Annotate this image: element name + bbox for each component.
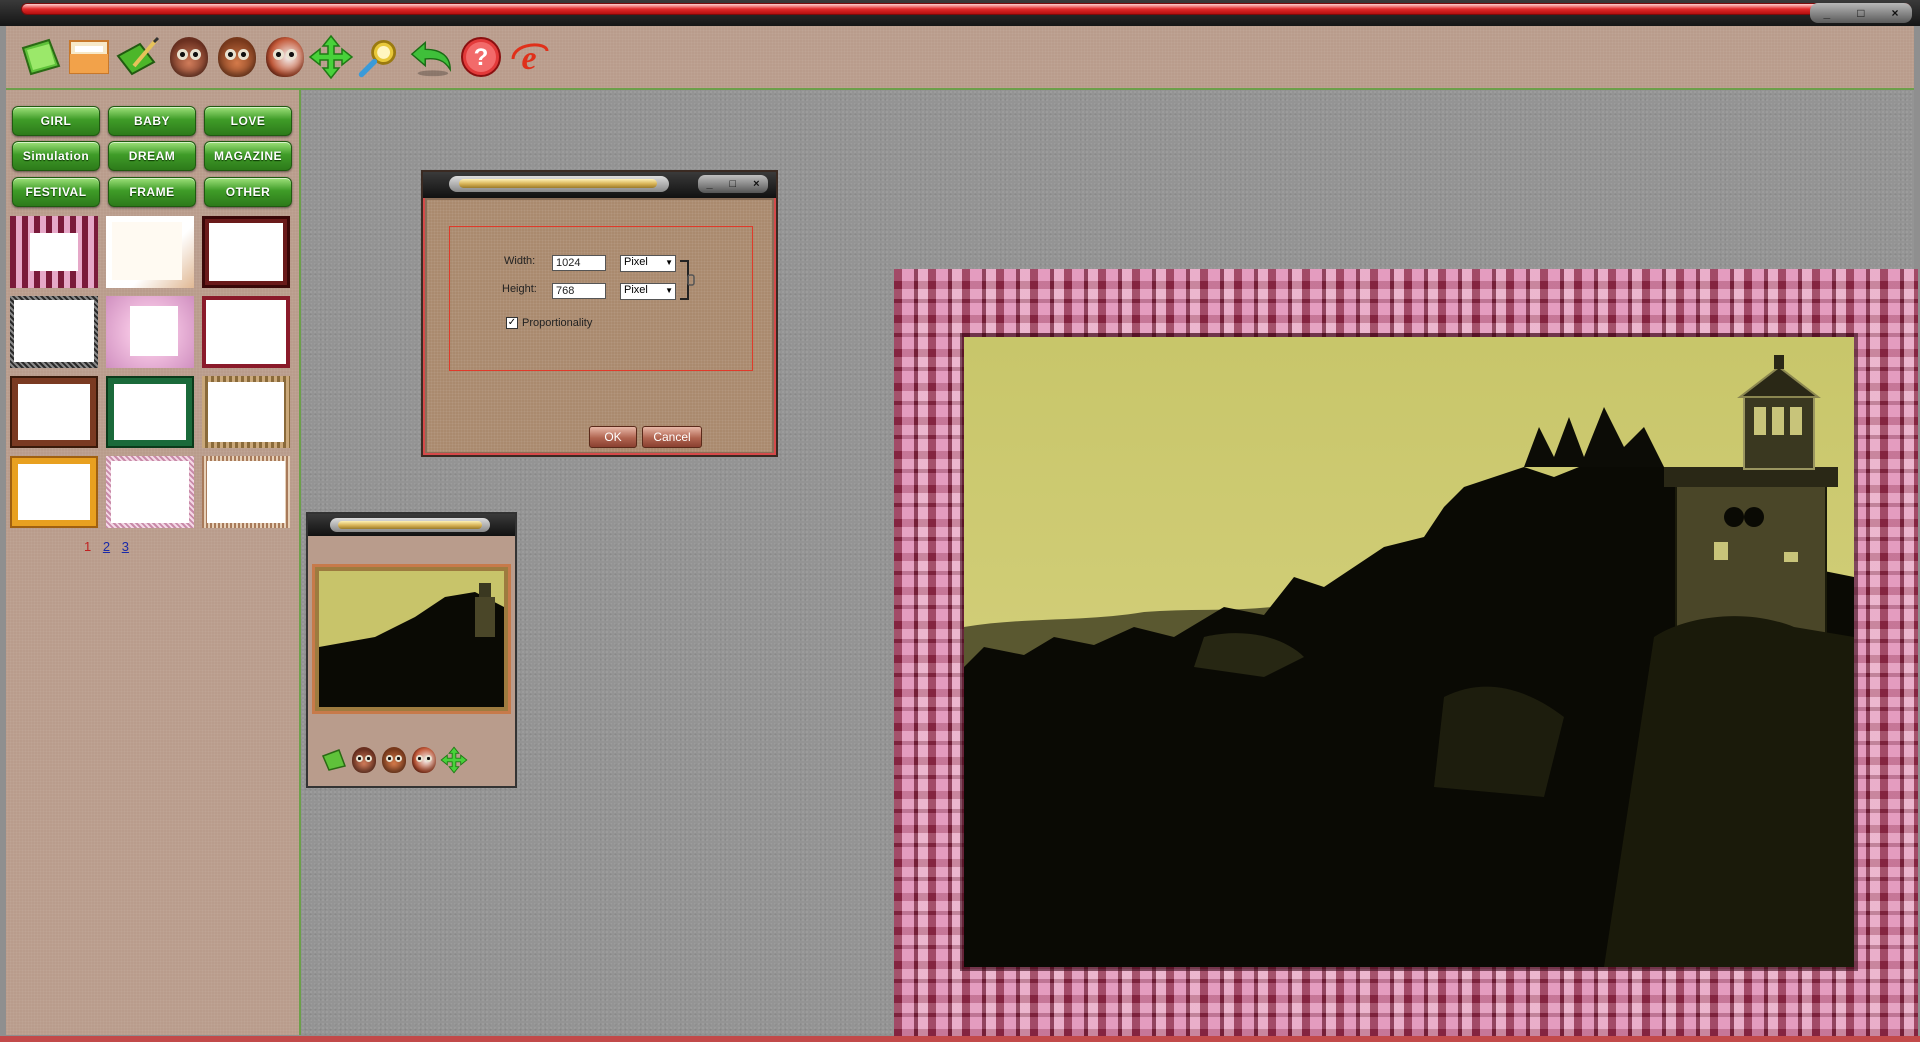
title-bar-highlight (22, 4, 1910, 14)
navigator-panel (306, 512, 517, 788)
open-icon[interactable] (18, 34, 64, 80)
height-unit-select[interactable]: Pixel ▼ (620, 283, 676, 300)
navigator-title-highlight (338, 521, 482, 529)
maximize-button[interactable]: □ (1857, 6, 1864, 20)
dialog-title-track (449, 176, 669, 192)
chevron-down-icon: ▼ (665, 258, 673, 267)
page-link-1[interactable]: 1 (84, 539, 91, 554)
svg-text:?: ? (474, 44, 489, 71)
bottom-border (0, 1036, 1920, 1042)
frame-thumbnail[interactable] (106, 456, 194, 528)
dialog-minimize-button[interactable]: _ (706, 178, 712, 190)
image-icon[interactable] (66, 34, 112, 80)
title-bar[interactable]: _ □ × (0, 0, 1920, 26)
zoom-icon[interactable] (356, 34, 402, 80)
category-magazine-button[interactable]: MAGAZINE (204, 141, 292, 171)
owl-effect-3-icon[interactable] (262, 34, 308, 80)
category-baby-button[interactable]: BABY (108, 106, 196, 136)
dialog-close-button[interactable]: × (753, 178, 759, 190)
nav-owl-effect-2-icon[interactable] (380, 746, 408, 774)
page-link-3[interactable]: 3 (122, 539, 129, 554)
category-dream-button[interactable]: DREAM (108, 141, 196, 171)
category-frame-button[interactable]: FRAME (108, 177, 196, 207)
frame-thumbnail[interactable] (202, 296, 290, 368)
cancel-button[interactable]: Cancel (642, 426, 702, 448)
nav-owl-effect-icon[interactable] (350, 746, 378, 774)
frame-thumbnail[interactable] (10, 296, 98, 368)
template-sidebar: GIRL BABY LOVE Simulation DREAM MAGAZINE… (6, 90, 301, 1035)
frame-thumbnail[interactable] (202, 216, 290, 288)
category-other-button[interactable]: OTHER (204, 177, 292, 207)
width-unit-value: Pixel (624, 256, 648, 268)
page-link-2[interactable]: 2 (103, 539, 110, 554)
size-group-box: Width: Pixel ▼ Height: Pixel ▼ ✓ Proportio… (449, 226, 753, 371)
owl-effect-icon[interactable] (166, 34, 212, 80)
category-girl-button[interactable]: GIRL (12, 106, 100, 136)
frame-thumbnail[interactable] (10, 456, 98, 528)
navigator-title-bar[interactable] (308, 514, 515, 536)
category-simulation-button[interactable]: Simulation (12, 141, 100, 171)
frame-thumbnail[interactable] (202, 376, 290, 448)
frame-thumbnail[interactable] (10, 376, 98, 448)
navigator-title-track (330, 518, 490, 532)
frame-thumbnail[interactable] (202, 456, 290, 528)
edit-icon[interactable] (114, 34, 160, 80)
owl-effect-2-icon[interactable] (214, 34, 260, 80)
pagination: 1 2 3 (84, 539, 137, 554)
resize-dialog: _ □ × Width: Pixel ▼ Height: Pixel ▼ ✓ Pro… (421, 170, 778, 457)
link-proportion-icon[interactable] (680, 259, 696, 301)
navigator-preview[interactable] (312, 564, 511, 714)
nav-open-icon[interactable] (320, 746, 348, 774)
dialog-title-highlight (459, 179, 657, 188)
window-controls: _ □ × (1810, 3, 1912, 23)
dialog-title-bar[interactable]: _ □ × (423, 172, 776, 198)
proportionality-row: ✓ Proportionality (506, 317, 592, 329)
photo-canvas[interactable] (964, 337, 1854, 967)
proportionality-label: Proportionality (522, 317, 593, 329)
height-label: Height: (502, 283, 537, 295)
frame-thumbnail[interactable] (106, 296, 194, 368)
category-love-button[interactable]: LOVE (204, 106, 292, 136)
move-icon[interactable] (308, 34, 354, 80)
category-festival-button[interactable]: FESTIVAL (12, 177, 100, 207)
height-input[interactable] (552, 283, 606, 299)
minimize-button[interactable]: _ (1824, 6, 1831, 20)
internet-explorer-icon[interactable]: e (506, 34, 552, 80)
framed-photo[interactable] (894, 269, 1918, 1037)
nav-move-icon[interactable] (440, 746, 468, 774)
frame-thumbnail[interactable] (106, 216, 194, 288)
chevron-down-icon: ▼ (665, 286, 673, 295)
navigator-preview-image (319, 571, 504, 707)
dialog-body: Width: Pixel ▼ Height: Pixel ▼ ✓ Proportio… (427, 200, 772, 452)
lighthouse-photo (964, 337, 1854, 967)
frame-thumbnail[interactable] (10, 216, 98, 288)
dialog-maximize-button[interactable]: □ (730, 178, 737, 190)
undo-icon[interactable] (408, 34, 454, 80)
width-unit-select[interactable]: Pixel ▼ (620, 255, 676, 272)
width-input[interactable] (552, 255, 606, 271)
proportionality-checkbox[interactable]: ✓ (506, 317, 518, 329)
ok-button[interactable]: OK (589, 426, 637, 448)
main-toolbar: ? e (6, 26, 1914, 90)
width-label: Width: (504, 255, 536, 267)
help-icon[interactable]: ? (458, 34, 504, 80)
close-button[interactable]: × (1891, 6, 1898, 20)
nav-owl-effect-3-icon[interactable] (410, 746, 438, 774)
height-unit-value: Pixel (624, 284, 648, 296)
frame-thumbnail[interactable] (106, 376, 194, 448)
dialog-window-controls: _ □ × (698, 175, 768, 193)
